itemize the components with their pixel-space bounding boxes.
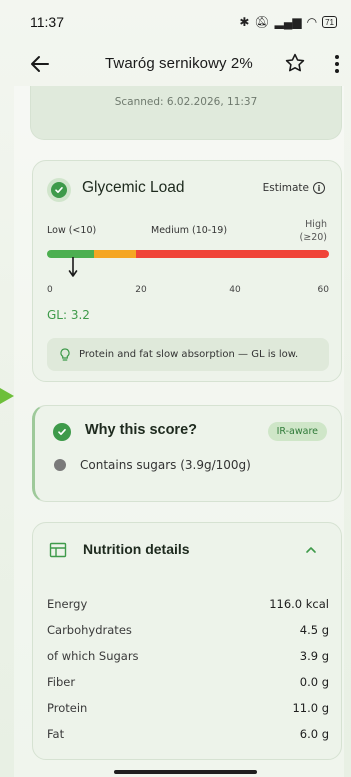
app-bar: Twaróg sernikowy 2% — [0, 44, 351, 86]
nutrient-value: 11.0 g — [292, 701, 329, 715]
gl-note-text: Protein and fat slow absorption — GL is … — [79, 349, 299, 360]
wifi-icon: ◠ — [306, 15, 318, 29]
page-title: Twaróg sernikowy 2% — [105, 55, 253, 72]
signal-icon: ▂▄▆ — [274, 15, 302, 29]
nutrient-label: Fat — [47, 727, 65, 741]
glycemic-scale-bar — [47, 250, 329, 258]
scale-tick: 20 — [135, 285, 147, 295]
estimate-info-button[interactable]: Estimate i — [263, 182, 325, 194]
battery-icon: 71 — [322, 16, 337, 28]
neutral-dot-icon — [54, 459, 66, 471]
nutrient-label: Protein — [47, 701, 88, 715]
nutrition-row: Fat 6.0 g — [47, 727, 329, 741]
nutrient-value: 4.5 g — [299, 623, 329, 637]
why-score-card: Why this score? IR-aware Contains sugars… — [32, 405, 342, 502]
lightbulb-icon — [60, 347, 70, 361]
nutrient-value: 0.0 g — [299, 675, 329, 689]
medium-range-label: Medium (10-19) — [151, 225, 228, 236]
nutrition-row: Carbohydrates 4.5 g — [47, 623, 329, 637]
gl-value: GL: 3.2 — [47, 308, 90, 322]
nutrition-details-card: Nutrition details Energy 116.0 kcal Carb… — [32, 522, 342, 760]
chevron-up-icon[interactable] — [305, 545, 317, 555]
nutrient-label: Carbohydrates — [47, 623, 132, 637]
high-range-label-line2: (≥20) — [299, 232, 327, 243]
scale-tick: 0 — [47, 285, 53, 295]
gl-note: Protein and fat slow absorption — GL is … — [47, 338, 329, 371]
ir-aware-badge: IR-aware — [267, 422, 327, 441]
high-range-label: High (≥20) — [300, 218, 327, 244]
reason-item: Contains sugars (3.9g/100g) — [54, 458, 251, 472]
nutrient-label: of which Sugars — [47, 649, 139, 663]
nutrition-row: of which Sugars 3.9 g — [47, 649, 329, 663]
medium-segment — [94, 250, 137, 258]
reason-text: Contains sugars (3.9g/100g) — [80, 458, 251, 472]
nutrition-row: Energy 116.0 kcal — [47, 597, 329, 611]
scan-info-card: Scanned: 6.02.2026, 11:37 — [30, 86, 342, 140]
high-range-label-line1: High — [305, 219, 327, 230]
nutrient-value: 6.0 g — [299, 727, 329, 741]
nutrient-value: 3.9 g — [299, 649, 329, 663]
check-circle-icon — [53, 423, 71, 441]
favorite-star-icon[interactable] — [284, 52, 306, 74]
nutrition-title: Nutrition details — [83, 541, 190, 557]
scale-tick: 40 — [229, 285, 241, 295]
nutrient-value: 116.0 kcal — [269, 597, 329, 611]
nutrient-label: Energy — [47, 597, 88, 611]
scale-tick: 60 — [317, 285, 329, 295]
nutrient-label: Fiber — [47, 675, 76, 689]
gl-value-marker — [68, 257, 78, 277]
carousel-arrow-icon — [0, 388, 14, 404]
scanned-timestamp: Scanned: 6.02.2026, 11:37 — [114, 96, 258, 108]
mute-icon: 🔕︎ — [254, 15, 270, 29]
more-options-icon[interactable] — [332, 53, 342, 75]
back-arrow-icon[interactable] — [28, 52, 52, 76]
info-icon: i — [313, 182, 325, 194]
nutrition-row: Fiber 0.0 g — [47, 675, 329, 689]
why-score-title: Why this score? — [85, 422, 197, 438]
glycemic-load-title: Glycemic Load — [82, 179, 185, 196]
scale-ticks: 0 20 40 60 — [47, 285, 329, 299]
high-segment — [136, 250, 329, 258]
estimate-label: Estimate — [262, 182, 309, 194]
nutrition-row: Protein 11.0 g — [47, 701, 329, 715]
status-bar: 11:37 ✱ 🔕︎ ▂▄▆ ◠ 71 — [0, 0, 351, 44]
status-icons: ✱ 🔕︎ ▂▄▆ ◠ 71 — [239, 15, 337, 29]
status-time: 11:37 — [30, 14, 64, 30]
glycemic-load-card: Glycemic Load Estimate i Low (<10) Mediu… — [32, 160, 342, 382]
check-circle-icon — [47, 178, 71, 202]
bluetooth-icon: ✱ — [239, 15, 250, 29]
table-icon — [49, 542, 67, 558]
low-range-label: Low (<10) — [47, 225, 97, 236]
home-indicator[interactable] — [114, 770, 257, 774]
